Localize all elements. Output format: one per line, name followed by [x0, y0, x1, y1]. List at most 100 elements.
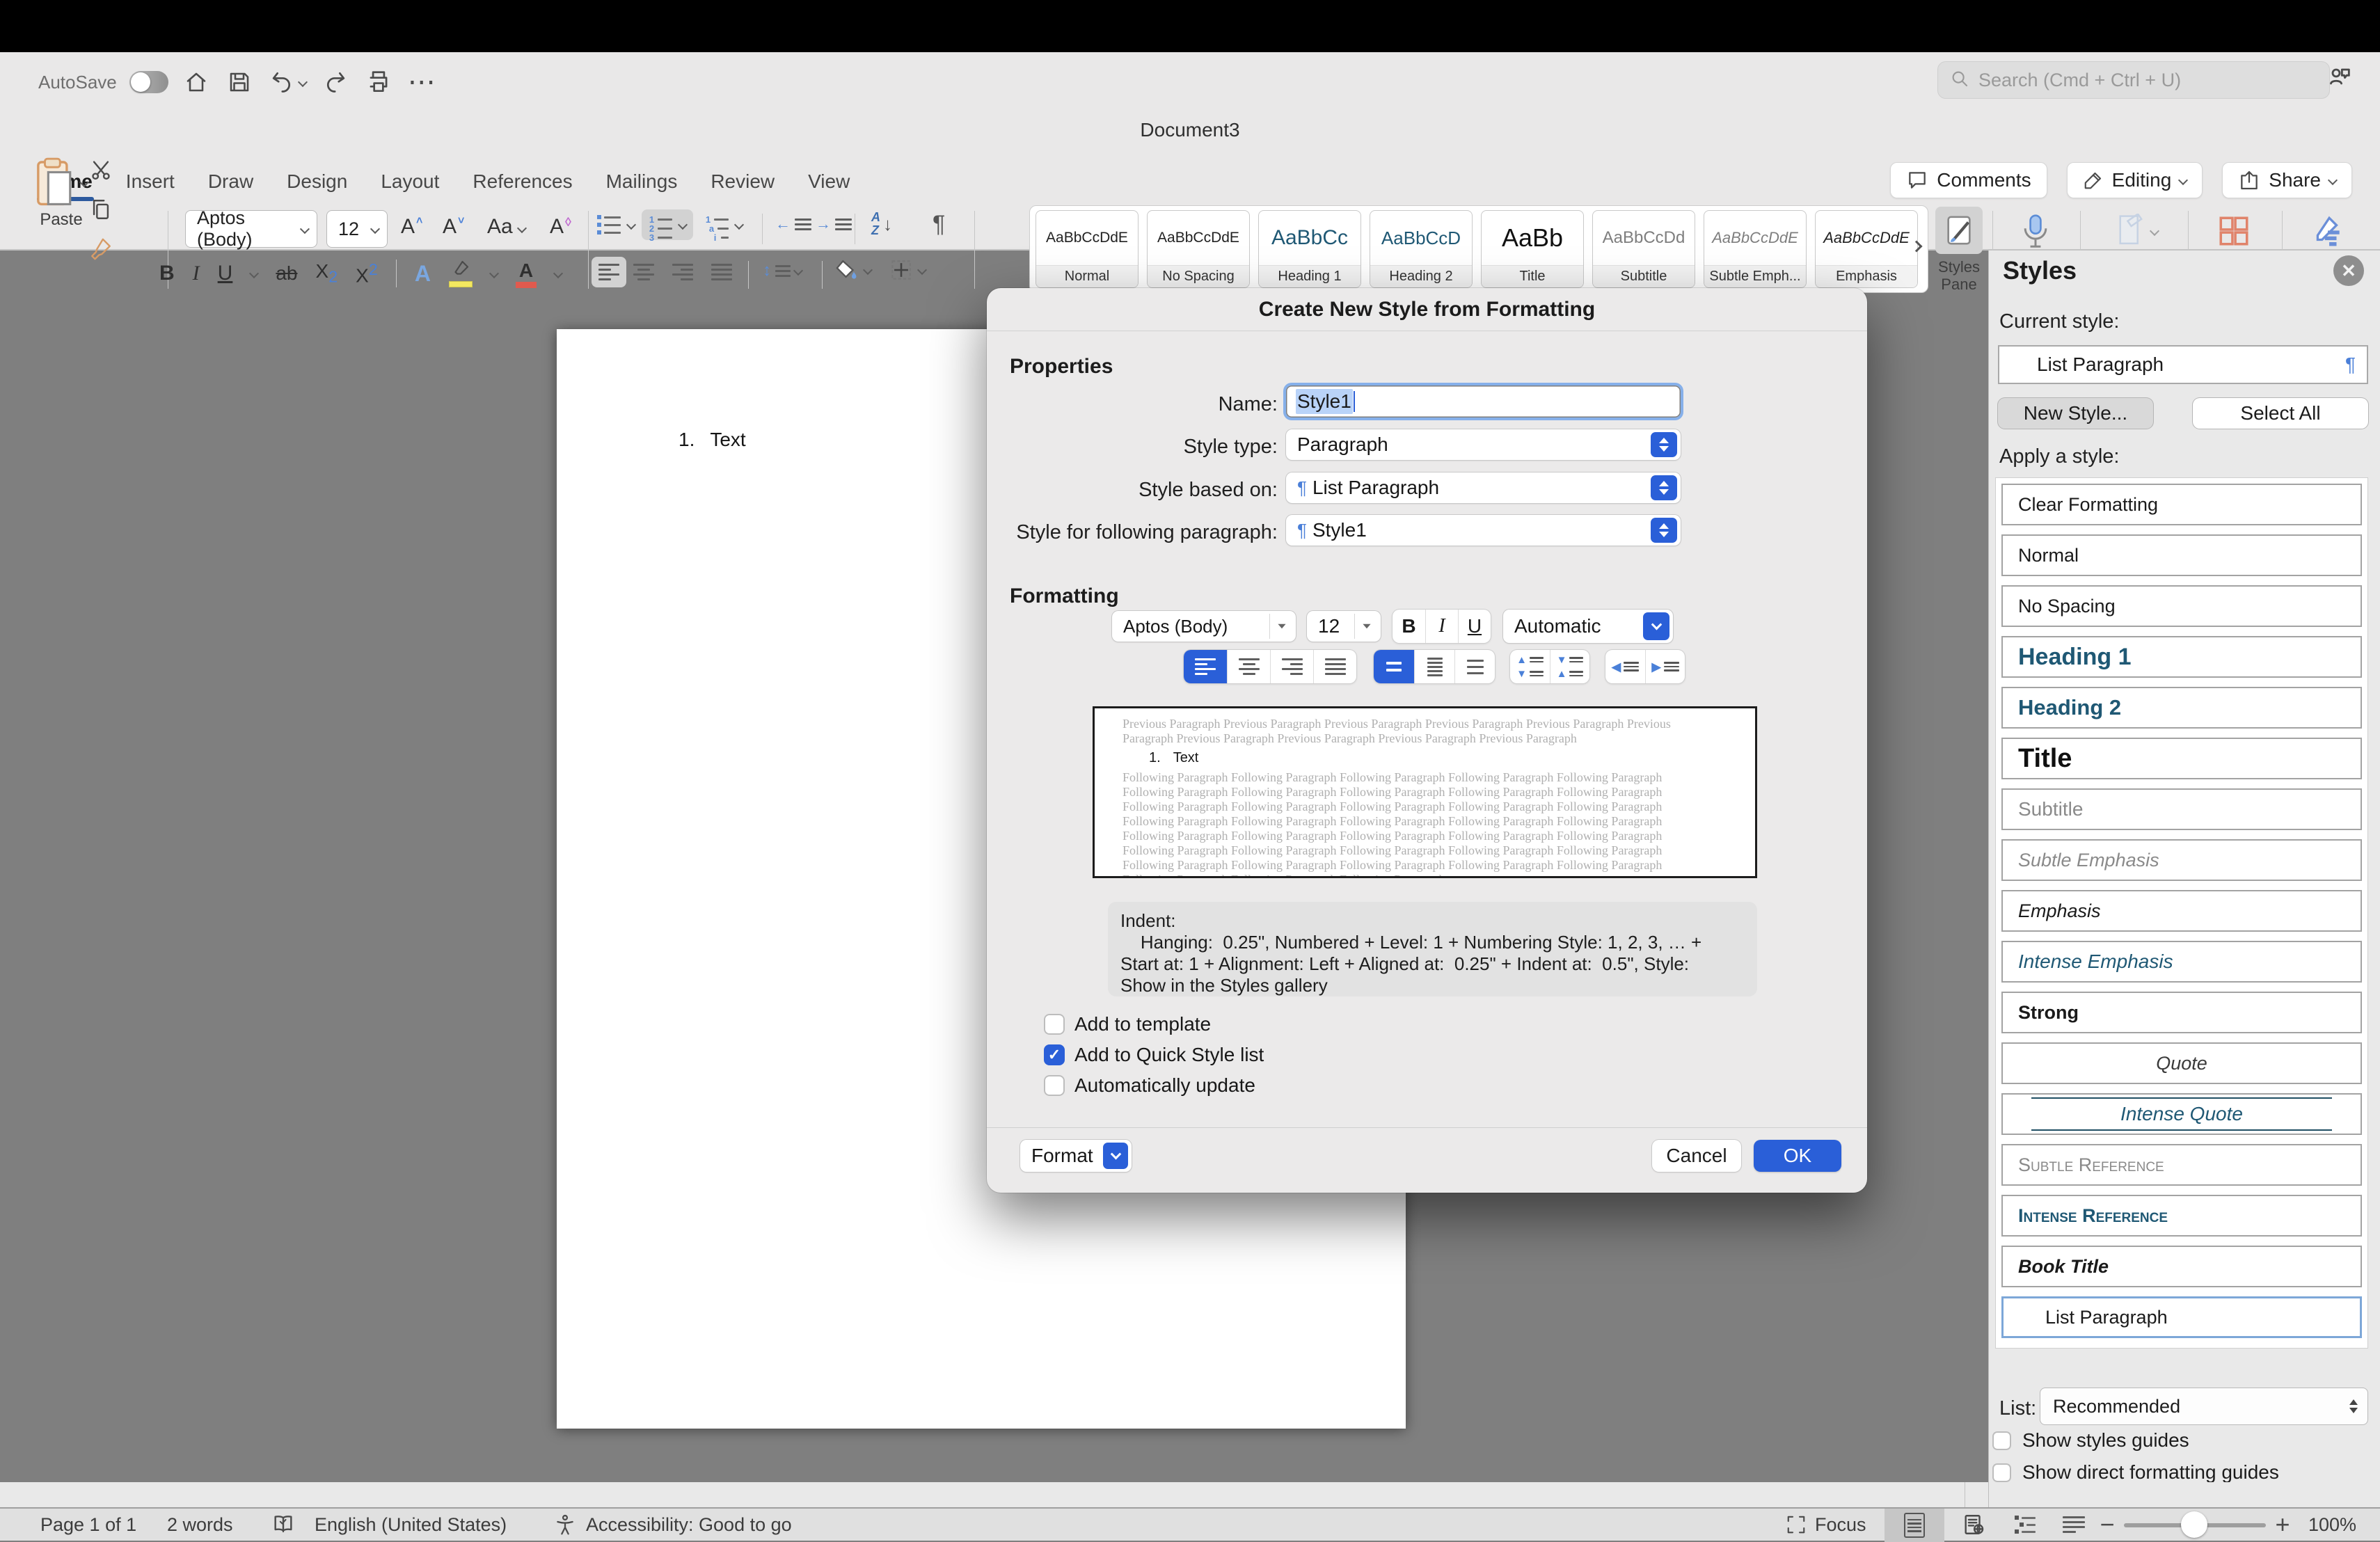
tab-mailings[interactable]: Mailings [606, 170, 678, 200]
style-subtle-reference[interactable]: Subtle Reference [2001, 1144, 2362, 1186]
increase-indent-icon[interactable]: → [816, 215, 852, 233]
zoom-out-icon[interactable]: − [2095, 1509, 2120, 1541]
list-filter-select[interactable]: Recommended [2040, 1388, 2368, 1425]
style-type-select[interactable]: Paragraph [1286, 429, 1681, 460]
numbering-icon[interactable]: 123 [642, 209, 693, 240]
accessibility-icon[interactable] [554, 1509, 576, 1541]
style-subtle-emphasis[interactable]: Subtle Emphasis [2001, 839, 2362, 881]
bullets-icon[interactable] [597, 215, 635, 235]
bold-icon[interactable]: B [159, 262, 175, 285]
comments-button[interactable]: Comments [1890, 162, 2047, 198]
underline-chevron-icon[interactable] [249, 269, 259, 278]
paste-button[interactable]: Paste [33, 157, 89, 228]
print-icon[interactable] [363, 67, 394, 97]
styles-pane-button[interactable]: Styles Pane [1921, 207, 1997, 294]
decrease-indent-icon[interactable]: ← [775, 215, 811, 233]
justify-button[interactable] [1313, 650, 1356, 683]
close-icon[interactable]: ✕ [2333, 255, 2364, 286]
style-intense-emphasis[interactable]: Intense Emphasis [2001, 941, 2362, 983]
style-intense-reference[interactable]: Intense Reference [2001, 1195, 2362, 1237]
italic-icon[interactable]: I [193, 262, 200, 285]
increase-space-after-button[interactable]: ▼▲ [1550, 650, 1589, 683]
cancel-button[interactable]: Cancel [1652, 1140, 1741, 1172]
style-book-title[interactable]: Book Title [2001, 1246, 2362, 1287]
tab-references[interactable]: References [473, 170, 572, 200]
gallery-chip-subtle-emphasis[interactable]: AaBbCcDdE Subtle Emph... [1704, 210, 1807, 288]
align-right-button[interactable] [1270, 650, 1313, 683]
presence-icon[interactable] [2324, 61, 2355, 92]
text-effects-icon[interactable]: A [415, 261, 431, 287]
borders-icon[interactable] [889, 258, 926, 282]
multilevel-list-icon[interactable]: 1ai [705, 215, 743, 235]
one-half-space-button[interactable] [1414, 650, 1454, 683]
style-list-paragraph[interactable]: List Paragraph [2001, 1296, 2362, 1338]
gallery-chip-no-spacing[interactable]: AaBbCcDdE No Spacing [1147, 210, 1250, 288]
shading-icon[interactable] [835, 258, 871, 282]
share-button[interactable]: Share [2222, 162, 2352, 198]
undo-icon[interactable] [267, 67, 308, 97]
page-indicator[interactable]: Page 1 of 1 [40, 1509, 136, 1541]
paragraph-marks-icon[interactable]: ¶ [933, 211, 945, 238]
tab-layout[interactable]: Layout [381, 170, 439, 200]
gallery-chip-heading1[interactable]: AaBbCc Heading 1 [1258, 210, 1361, 288]
gallery-chip-emphasis[interactable]: AaBbCcDdE Emphasis [1815, 210, 1918, 288]
tab-view[interactable]: View [808, 170, 850, 200]
align-left-icon[interactable] [592, 257, 626, 287]
gallery-chip-title[interactable]: AaBb Title [1481, 210, 1584, 288]
dialog-increase-indent-button[interactable]: ▶ [1645, 650, 1685, 683]
copy-icon[interactable] [89, 198, 113, 225]
gallery-chip-subtitle[interactable]: AaBbCcDd Subtitle [1592, 210, 1695, 288]
automatically-update-row[interactable]: Automatically update [1044, 1074, 1255, 1097]
more-icon[interactable]: ⋯ [406, 67, 437, 97]
font-name-select[interactable]: Aptos (Body) [185, 210, 317, 248]
gallery-chip-normal[interactable]: AaBbCcDdE Normal [1036, 210, 1139, 288]
style-title[interactable]: Title [2001, 738, 2362, 779]
ok-button[interactable]: OK [1754, 1140, 1841, 1172]
draft-view-button[interactable] [2053, 1509, 2095, 1541]
new-style-button[interactable]: New Style... [1998, 398, 2153, 429]
style-heading-2[interactable]: Heading 2 [2001, 687, 2362, 729]
autosave-toggle[interactable] [129, 71, 168, 93]
strikethrough-icon[interactable]: ab [276, 262, 297, 285]
format-menu-button[interactable]: Format [1020, 1140, 1132, 1172]
zoom-level[interactable]: 100% [2308, 1509, 2356, 1541]
tab-draw[interactable]: Draw [208, 170, 253, 200]
subscript-icon[interactable]: X2 [316, 260, 338, 287]
zoom-slider-knob[interactable] [2181, 1511, 2207, 1538]
tab-review[interactable]: Review [711, 170, 775, 200]
web-layout-view-button[interactable] [1953, 1509, 1994, 1541]
document-list-item[interactable]: 1. Text [679, 429, 746, 451]
dialog-font-select[interactable]: Aptos (Body) [1112, 611, 1296, 642]
gallery-more-icon[interactable] [1912, 241, 1921, 254]
font-size-select[interactable]: 12 [326, 210, 388, 248]
dialog-size-select[interactable]: 12 [1307, 611, 1381, 642]
line-spacing-icon[interactable]: ↕ [763, 261, 802, 280]
focus-button[interactable]: Focus [1786, 1509, 1866, 1541]
font-color-icon[interactable]: A [516, 260, 537, 288]
home-icon[interactable] [181, 67, 212, 97]
word-count[interactable]: 2 words [167, 1509, 233, 1541]
dialog-bold-button[interactable]: B [1393, 610, 1425, 643]
show-styles-guides-checkbox[interactable] [1992, 1431, 2011, 1450]
show-direct-formatting-checkbox[interactable] [1992, 1463, 2011, 1482]
save-icon[interactable] [224, 67, 255, 97]
style-strong[interactable]: Strong [2001, 992, 2362, 1033]
add-to-quick-style-row[interactable]: Add to Quick Style list [1044, 1044, 1264, 1066]
increase-space-before-button[interactable]: ▲▼ [1510, 650, 1550, 683]
underline-icon[interactable]: U [218, 262, 233, 285]
style-name-input[interactable]: Style1 [1286, 386, 1681, 418]
proofing-icon[interactable] [271, 1509, 295, 1541]
style-intense-quote[interactable]: Intense Quote [2001, 1093, 2362, 1135]
dialog-italic-button[interactable]: I [1425, 610, 1458, 643]
align-left-button[interactable] [1184, 650, 1227, 683]
following-select[interactable]: ¶ Style1 [1286, 515, 1681, 546]
style-subtitle[interactable]: Subtitle [2001, 788, 2362, 830]
outline-view-button[interactable] [2004, 1509, 2046, 1541]
tab-insert[interactable]: Insert [126, 170, 175, 200]
print-layout-view-button[interactable] [1885, 1509, 1944, 1542]
single-space-button[interactable] [1374, 650, 1414, 683]
double-space-button[interactable] [1454, 650, 1495, 683]
style-clear-formatting[interactable]: Clear Formatting [2001, 484, 2362, 525]
show-styles-guides-row[interactable]: Show styles guides [1992, 1429, 2189, 1452]
style-normal[interactable]: Normal [2001, 534, 2362, 576]
